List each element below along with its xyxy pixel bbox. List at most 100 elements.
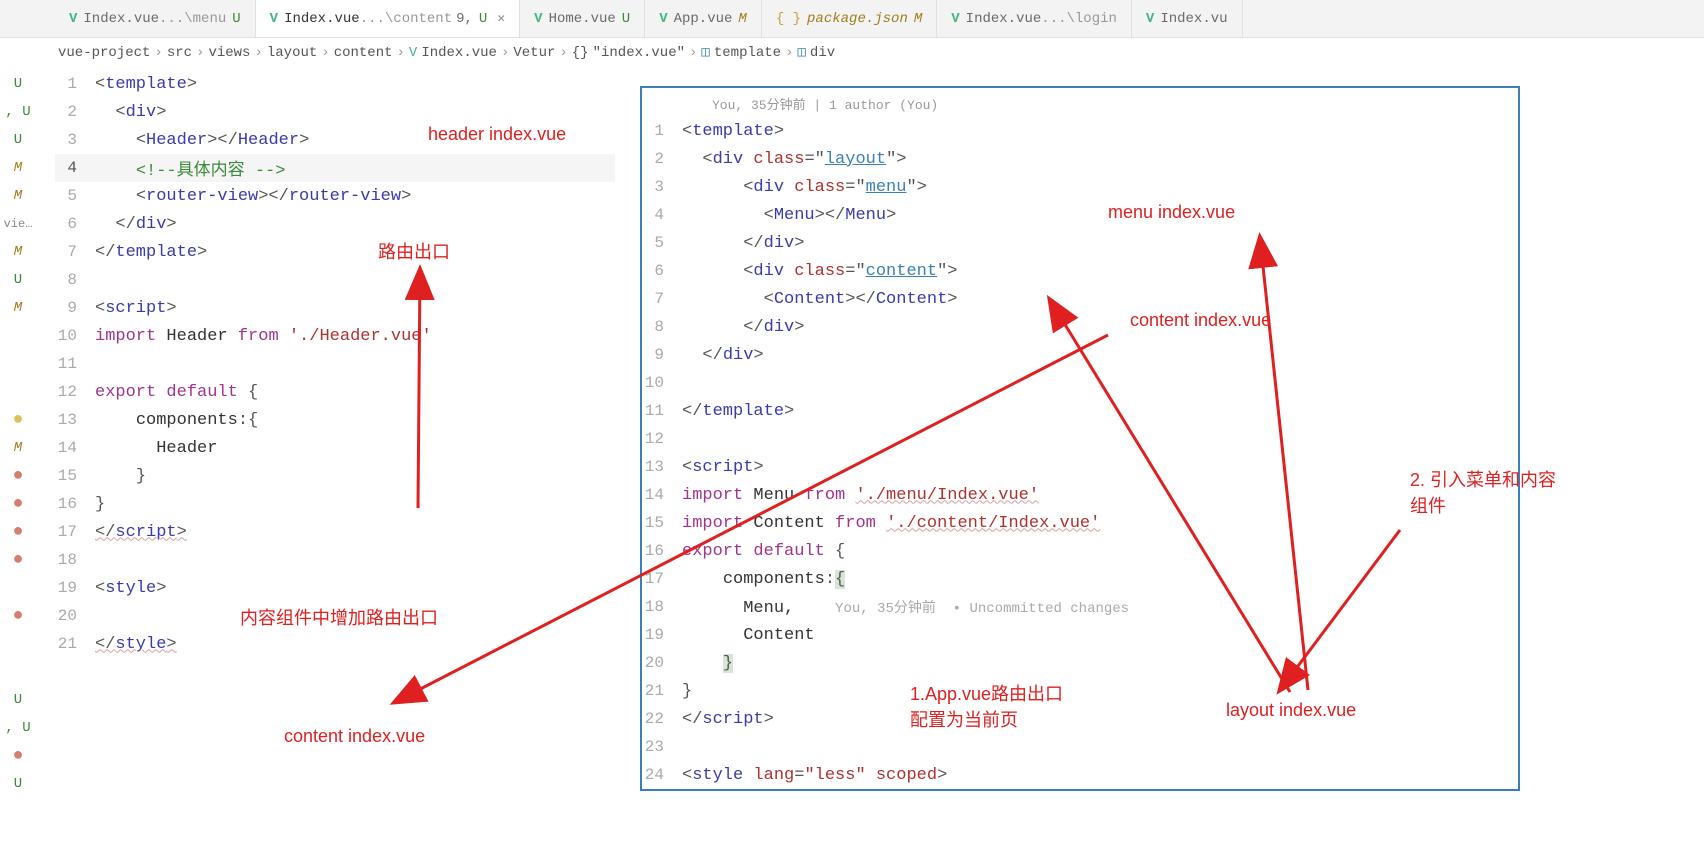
code-line[interactable]: 5 </div>	[642, 229, 1518, 257]
code-line[interactable]: 22</script>	[642, 705, 1518, 733]
gutter-status	[0, 322, 36, 350]
annotation-step2: 2. 引入菜单和内容 组件	[1410, 466, 1556, 518]
code-line[interactable]: 16}	[55, 490, 615, 518]
gutter-status	[0, 574, 36, 602]
code-line[interactable]: 15import Content from './content/Index.v…	[642, 509, 1518, 537]
annotation-layout-index: layout index.vue	[1226, 700, 1356, 721]
code-line[interactable]: 6 </div>	[55, 210, 615, 238]
gutter-status: U	[0, 686, 36, 714]
breadcrumb-item[interactable]: {}"index.vue"	[572, 45, 685, 61]
gutter-status-strip: U, UUMMvie…MUM●M●●●●●U, U●U	[0, 70, 36, 798]
gutter-status: U	[0, 770, 36, 798]
code-line[interactable]: 10import Header from './Header.vue'	[55, 322, 615, 350]
code-line[interactable]: 4 <Menu></Menu>	[642, 201, 1518, 229]
gutter-status: ●	[0, 406, 36, 434]
annotation-app-route: 1.App.vue路由出口 配置为当前页	[910, 680, 1063, 732]
code-line[interactable]: 11	[55, 350, 615, 378]
code-line[interactable]: 15 }	[55, 462, 615, 490]
gutter-status: ●	[0, 490, 36, 518]
code-line[interactable]: 13<script>	[642, 453, 1518, 481]
gutter-status: M	[0, 238, 36, 266]
tab-index-vue[interactable]: VIndex.vue ...\content 9, U✕	[256, 0, 521, 37]
annotation-header: header index.vue	[428, 124, 566, 145]
annotation-content-index-2: content index.vue	[1130, 310, 1271, 331]
annotation-router-exit: 路由出口	[378, 238, 450, 264]
breadcrumb-item[interactable]: ◫div	[797, 44, 835, 61]
code-line[interactable]: 9 </div>	[642, 341, 1518, 369]
breadcrumb-item[interactable]: ◫template	[701, 44, 781, 61]
tab-index-vu[interactable]: VIndex.vu	[1132, 0, 1243, 37]
editor-left[interactable]: 1<template>2 <div>3 <Header></Header>4 <…	[55, 70, 615, 658]
code-line[interactable]: 12	[642, 425, 1518, 453]
gutter-status	[0, 630, 36, 658]
gutter-status: ●	[0, 462, 36, 490]
gutter-status: U	[0, 266, 36, 294]
gutter-status: U	[0, 126, 36, 154]
code-line[interactable]: 12export default {	[55, 378, 615, 406]
code-line[interactable]: 1<template>	[642, 117, 1518, 145]
code-line[interactable]: 1<template>	[55, 70, 615, 98]
code-line[interactable]: 2 <div class="layout">	[642, 145, 1518, 173]
gutter-status	[0, 378, 36, 406]
tab-package-json[interactable]: { }package.json M	[762, 0, 937, 37]
breadcrumb-item[interactable]: VIndex.vue	[409, 45, 497, 61]
close-icon[interactable]: ✕	[497, 11, 505, 26]
tab-index-vue[interactable]: VIndex.vue ...\menu U	[55, 0, 256, 37]
gutter-status: M	[0, 434, 36, 462]
breadcrumb-item[interactable]: src	[167, 45, 192, 61]
gutter-status: U	[0, 70, 36, 98]
code-line[interactable]: 9<script>	[55, 294, 615, 322]
breadcrumb: vue-project›src›views›layout›content›VIn…	[0, 38, 1704, 67]
code-line[interactable]: 21</style>	[55, 630, 615, 658]
tab-home-vue[interactable]: VHome.vue U	[520, 0, 645, 37]
code-line[interactable]: 19 Content	[642, 621, 1518, 649]
code-line[interactable]: 3 <div class="menu">	[642, 173, 1518, 201]
code-line[interactable]: 13 components:{	[55, 406, 615, 434]
gutter-status: vie…	[0, 210, 36, 238]
editor-tabs: VIndex.vue ...\menu UVIndex.vue ...\cont…	[0, 0, 1704, 38]
breadcrumb-item[interactable]: layout	[267, 45, 317, 61]
gutter-status: M	[0, 154, 36, 182]
code-line[interactable]: 6 <div class="content">	[642, 257, 1518, 285]
editor-peek[interactable]: You, 35分钟前 | 1 author (You) 1<template>2…	[640, 86, 1520, 791]
code-line[interactable]: 21}	[642, 677, 1518, 705]
annotation-content-index-1: content index.vue	[284, 726, 425, 747]
code-line[interactable]: 14import Menu from './menu/Index.vue'	[642, 481, 1518, 509]
tab-app-vue[interactable]: VApp.vue M	[645, 0, 762, 37]
breadcrumb-item[interactable]: vue-project	[58, 45, 150, 61]
code-line[interactable]: 14 Header	[55, 434, 615, 462]
gutter-status: ●	[0, 546, 36, 574]
gutter-status: , U	[0, 98, 36, 126]
code-line[interactable]: 24<style lang="less" scoped>	[642, 761, 1518, 789]
git-blame-info: You, 35分钟前 | 1 author (You)	[642, 94, 1518, 117]
code-line[interactable]: 18 Menu, You, 35分钟前 • Uncommitted change…	[642, 593, 1518, 621]
code-line[interactable]: 2 <div>	[55, 98, 615, 126]
code-line[interactable]: 17</script>	[55, 518, 615, 546]
breadcrumb-item[interactable]: views	[208, 45, 250, 61]
code-line[interactable]: 11</template>	[642, 397, 1518, 425]
code-line[interactable]: 20 }	[642, 649, 1518, 677]
code-line[interactable]: 8 </div>	[642, 313, 1518, 341]
code-line[interactable]: 7 <Content></Content>	[642, 285, 1518, 313]
gutter-status: M	[0, 182, 36, 210]
gutter-status	[0, 350, 36, 378]
code-line[interactable]: 8	[55, 266, 615, 294]
code-line[interactable]: 23	[642, 733, 1518, 761]
code-line[interactable]: 4 <!--具体内容 -->	[55, 154, 615, 182]
gutter-status	[0, 658, 36, 686]
gutter-status: ●	[0, 518, 36, 546]
code-line[interactable]: 16export default {	[642, 537, 1518, 565]
annotation-content-add: 内容组件中增加路由出口	[240, 604, 438, 630]
code-line[interactable]: 17 components:{	[642, 565, 1518, 593]
breadcrumb-item[interactable]: Vetur	[513, 45, 555, 61]
gutter-status: ●	[0, 602, 36, 630]
code-line[interactable]: 19<style>	[55, 574, 615, 602]
tab-index-vue[interactable]: VIndex.vue ...\login	[937, 0, 1132, 37]
annotation-menu-index: menu index.vue	[1108, 202, 1235, 223]
breadcrumb-item[interactable]: content	[334, 45, 393, 61]
gutter-status: , U	[0, 714, 36, 742]
code-line[interactable]: 18	[55, 546, 615, 574]
code-line[interactable]: 5 <router-view></router-view>	[55, 182, 615, 210]
code-line[interactable]: 7</template>	[55, 238, 615, 266]
code-line[interactable]: 10	[642, 369, 1518, 397]
